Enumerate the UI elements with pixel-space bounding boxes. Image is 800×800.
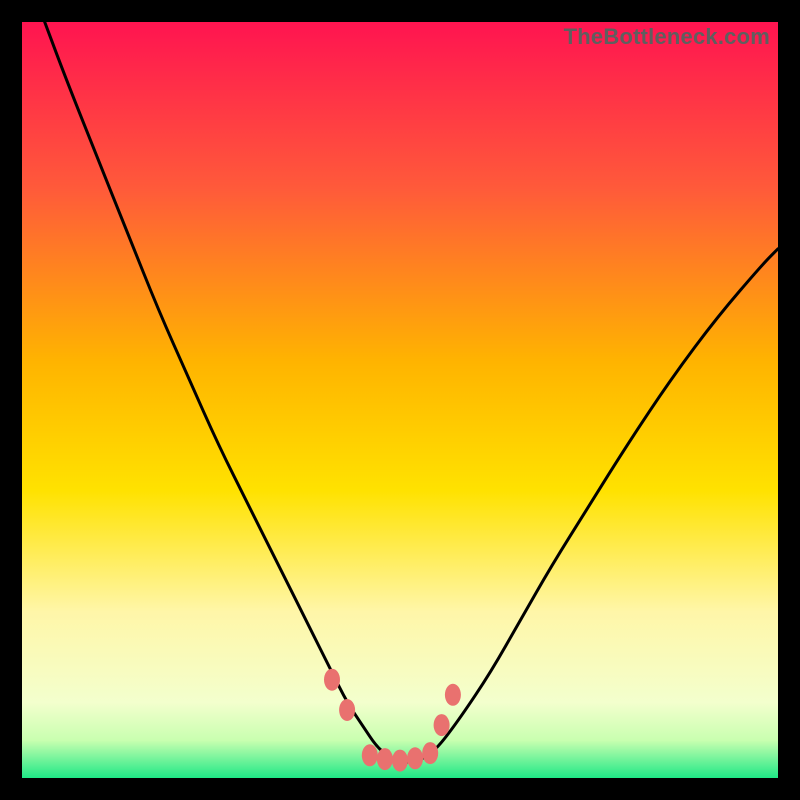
marker-floor-2 xyxy=(377,748,393,770)
marker-floor-3 xyxy=(392,750,408,772)
gradient-background xyxy=(22,22,778,778)
marker-right-lower xyxy=(434,714,450,736)
bottleneck-chart xyxy=(22,22,778,778)
marker-floor-1 xyxy=(362,744,378,766)
watermark-text: TheBottleneck.com xyxy=(564,24,770,50)
plot-area: TheBottleneck.com xyxy=(22,22,778,778)
chart-frame: TheBottleneck.com xyxy=(0,0,800,800)
marker-left-upper xyxy=(324,669,340,691)
marker-right-upper xyxy=(445,684,461,706)
marker-floor-5 xyxy=(422,742,438,764)
marker-left-lower xyxy=(339,699,355,721)
marker-floor-4 xyxy=(407,747,423,769)
